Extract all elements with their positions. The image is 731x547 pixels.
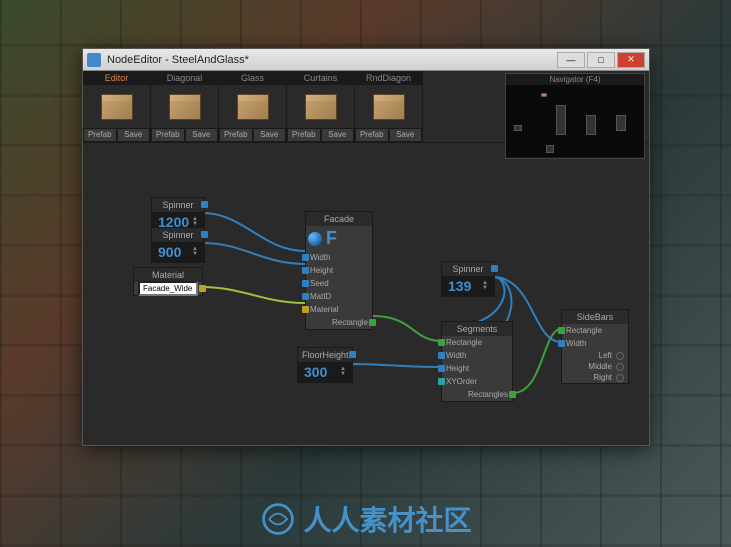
- save-button[interactable]: Save: [321, 128, 355, 142]
- spinner-arrows-icon[interactable]: ▲▼: [192, 217, 198, 227]
- node-title: Facade: [306, 212, 372, 226]
- node-editor-window: NodeEditor - SteelAndGlass* — □ ✕ Editor…: [82, 48, 650, 446]
- node-segments[interactable]: Segments Rectangle Width Height XYOrder …: [441, 321, 513, 402]
- save-button[interactable]: Save: [389, 128, 423, 142]
- tab-editor[interactable]: Editor: [83, 71, 150, 85]
- titlebar[interactable]: NodeEditor - SteelAndGlass* — □ ✕: [83, 49, 649, 71]
- node-title: Spinner: [442, 262, 494, 276]
- toolgroup-curtains: Curtains Prefab Save: [287, 71, 355, 142]
- minimize-button[interactable]: —: [557, 52, 585, 68]
- radio-middle[interactable]: Middle: [562, 361, 628, 372]
- node-title: Segments: [442, 322, 512, 336]
- save-button[interactable]: Save: [117, 128, 151, 142]
- toolgroup-rnddiagon: RndDiagon Prefab Save: [355, 71, 423, 142]
- tab-rnddiagon[interactable]: RndDiagon: [355, 71, 422, 85]
- navigator-label: Navigator (F4): [506, 74, 644, 85]
- toolgroup-diagonal: Diagonal Prefab Save: [151, 71, 219, 142]
- spinner-arrows-icon[interactable]: ▲▼: [192, 247, 198, 257]
- prefab-box-icon[interactable]: [151, 85, 218, 128]
- prefab-button[interactable]: Prefab: [219, 128, 253, 142]
- node-title: Material: [134, 268, 202, 282]
- spinner-value[interactable]: 139 ▲▼: [442, 276, 494, 296]
- radio-left[interactable]: Left: [562, 350, 628, 361]
- editor-content: Editor Prefab Save Diagonal Prefab Save …: [83, 71, 649, 445]
- prefab-box-icon[interactable]: [83, 85, 150, 128]
- prefab-button[interactable]: Prefab: [355, 128, 389, 142]
- prefab-button[interactable]: Prefab: [287, 128, 321, 142]
- prefab-box-icon[interactable]: [219, 85, 286, 128]
- window-title: NodeEditor - SteelAndGlass*: [107, 54, 557, 66]
- node-title: SideBars: [562, 310, 628, 324]
- prefab-button[interactable]: Prefab: [151, 128, 185, 142]
- toolgroup-editor: Editor Prefab Save: [83, 71, 151, 142]
- spinner-value[interactable]: 300 ▲▼: [298, 362, 352, 382]
- save-button[interactable]: Save: [253, 128, 287, 142]
- node-title: FloorHeight: [298, 348, 352, 362]
- node-spinner-900[interactable]: Spinner 900 ▲▼: [151, 227, 205, 263]
- node-spinner-139[interactable]: Spinner 139 ▲▼: [441, 261, 495, 297]
- app-icon: [87, 53, 101, 67]
- maximize-button[interactable]: □: [587, 52, 615, 68]
- toolgroup-glass: Glass Prefab Save: [219, 71, 287, 142]
- radio-right[interactable]: Right: [562, 372, 628, 383]
- prefab-box-icon[interactable]: [287, 85, 354, 128]
- spinner-arrows-icon[interactable]: ▲▼: [340, 367, 346, 377]
- node-title: Spinner: [152, 228, 204, 242]
- tab-diagonal[interactable]: Diagonal: [151, 71, 218, 85]
- node-floorheight[interactable]: FloorHeight 300 ▲▼: [297, 347, 353, 383]
- save-button[interactable]: Save: [185, 128, 219, 142]
- material-field[interactable]: [138, 281, 198, 296]
- prefab-box-icon[interactable]: [355, 85, 422, 128]
- node-title: Spinner: [152, 198, 204, 212]
- watermark: 人人素材社区: [259, 499, 471, 539]
- tab-glass[interactable]: Glass: [219, 71, 286, 85]
- prefab-button[interactable]: Prefab: [83, 128, 117, 142]
- node-sidebars[interactable]: SideBars Rectangle Width Left Middle Rig…: [561, 309, 629, 384]
- node-material[interactable]: Material: [133, 267, 203, 296]
- node-facade[interactable]: Facade F Width Height Seed MatID Materia…: [305, 211, 373, 330]
- tab-curtains[interactable]: Curtains: [287, 71, 354, 85]
- close-button[interactable]: ✕: [617, 52, 645, 68]
- navigator-minimap[interactable]: [506, 85, 644, 157]
- facade-icon: F: [306, 226, 372, 251]
- spinner-value[interactable]: 900 ▲▼: [152, 242, 204, 262]
- spinner-arrows-icon[interactable]: ▲▼: [482, 281, 488, 291]
- navigator-panel[interactable]: Navigator (F4): [505, 73, 645, 159]
